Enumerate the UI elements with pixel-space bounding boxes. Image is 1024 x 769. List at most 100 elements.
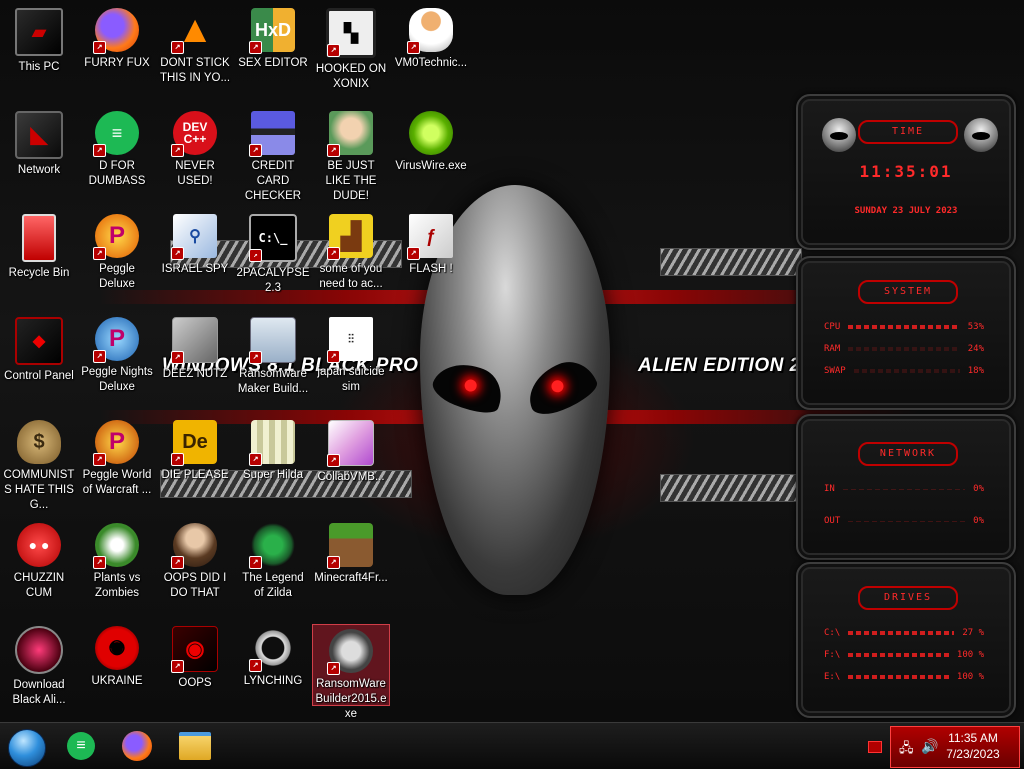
alien-window-icon: ◉ ↗ — [171, 626, 218, 673]
desktop-icon-viruswire[interactable]: VirusWire.exe — [391, 105, 471, 205]
firefox-icon — [122, 731, 152, 761]
recycle-bin-icon — [22, 214, 56, 262]
lock-chain-icon: ↗ — [327, 629, 373, 675]
desktop-icon-2pacalypse[interactable]: C:\_ ↗ 2PACALYPSE 2.3 — [235, 208, 311, 308]
widget-time-clock: 11:35:01 — [859, 162, 953, 181]
desktop-icon-deez-nutz[interactable]: ↗ DEEZ NUTZ — [157, 311, 233, 411]
alien-skull-icon — [964, 118, 998, 152]
tray-time: 11:35 AM — [948, 731, 998, 745]
bonzi-icon: ▟ ↗ — [327, 214, 373, 260]
desktop-icon-ukraine[interactable]: ☢ UKRAINE — [79, 620, 155, 720]
desktop-icon-super-hilda[interactable]: ↗ Super Hilda — [235, 414, 311, 514]
terminal-icon: C:\_ ↗ — [249, 214, 297, 262]
volume-icon[interactable]: 🔊 — [921, 738, 938, 755]
network-tray-icon[interactable]: 🖧 — [899, 739, 914, 761]
desktop-icon-peggle-warcraft[interactable]: P ↗ Peggle World of Warcraft ... — [79, 414, 155, 514]
firefox-icon: ↗ — [93, 8, 139, 54]
green-chat-icon: ≡ ↗ — [93, 111, 139, 157]
start-button[interactable] — [8, 729, 46, 767]
taskbar-firefox[interactable] — [118, 727, 156, 765]
desktop-icon-this-pc[interactable]: ▰ This PC — [1, 2, 77, 102]
desktop-icon-sex-editor[interactable]: HxD ↗ SEX EDITOR — [235, 2, 311, 102]
vlc-cone-icon: ▲ ↗ — [171, 8, 217, 54]
desktop-icon-vm0technic[interactable]: ↗ VM0Technic... — [391, 2, 471, 102]
desktop-icon-furry-fux[interactable]: ↗ FURRY FUX — [79, 2, 155, 102]
system-tray: 🖧 🔊 11:35 AM 7/23/2023 — [890, 726, 1020, 768]
desktop-icon-oops-did-i[interactable]: ↗ OOPS DID I DO THAT — [157, 517, 233, 617]
peggle-icon: P ↗ — [93, 214, 139, 260]
network-row-out: OUT 0% — [824, 516, 984, 526]
widget-drives-title: DRIVES — [858, 586, 958, 610]
xonix-icon: ▚ ↗ — [326, 8, 376, 58]
desktop-icon-collabvm[interactable]: ↗ CollabVMB... — [313, 414, 389, 514]
widget-network-title: NETWORK — [858, 442, 958, 466]
desktop-icon-network[interactable]: ◣ Network — [1, 105, 77, 205]
monitor-icon: ▰ — [15, 8, 63, 56]
desktop-icon-download-black-alien[interactable]: Download Black Ali... — [1, 620, 77, 720]
desktop-icon-minecraft[interactable]: ↗ Minecraft4Fr... — [313, 517, 389, 617]
system-row-swap: SWAP 18% — [824, 366, 984, 376]
desktop-icon-credit-card-checker[interactable]: ↗ CREDIT CARD CHECKER — [235, 105, 311, 205]
drive-row-f: F:\ 100 % — [824, 650, 984, 660]
desktop-icon-communists[interactable]: $ COMMUNISTS HATE THIS G... — [1, 414, 77, 514]
desktop-icon-recycle-bin[interactable]: Recycle Bin — [1, 208, 77, 308]
desktop-icon-never-used[interactable]: DEV C++ ↗ NEVER USED! — [157, 105, 233, 205]
alien-eye-right — [520, 353, 602, 421]
portrait-icon: ↗ — [171, 523, 217, 569]
green-chat-icon: ≡ — [67, 732, 95, 760]
desktop-icon-flash[interactable]: ƒ ↗ FLASH ! — [391, 208, 471, 308]
pixel-character-icon: ↗ — [249, 420, 295, 466]
desktop-icon-be-just-like-the-dude[interactable]: ↗ BE JUST LIKE THE DUDE! — [313, 105, 389, 205]
desktop-icon-ransomware-builder[interactable]: ↗ RansomWareBuilder2015.exe — [312, 624, 390, 720]
desktop-icon-peggle-deluxe[interactable]: P ↗ Peggle Deluxe — [79, 208, 155, 308]
widget-time-title: TIME — [858, 120, 958, 144]
desktop-icon-hooked-on-xonix[interactable]: ▚ ↗ HOOKED ON XONIX — [313, 2, 389, 102]
system-row-ram: RAM 24% — [824, 344, 984, 354]
grass-block-icon: ↗ — [327, 523, 373, 569]
taskbar-green-chat-app[interactable]: ≡ — [62, 727, 100, 765]
widget-system: SYSTEM CPU 53% RAM 24% SWAP 18% — [796, 256, 1016, 410]
dev-cpp-icon: DEV C++ ↗ — [171, 111, 217, 157]
widget-drives: DRIVES C:\ 27 % F:\ 100 % E:\ 100 % — [796, 562, 1016, 718]
collabvm-icon: ↗ — [327, 420, 374, 467]
flash-file-icon: ƒ ↗ — [407, 214, 453, 260]
desktop-icon-some-of-you[interactable]: ▟ ↗ some of you need to ac... — [313, 208, 389, 308]
desktop-icon-legend-of-zilda[interactable]: ↗ The Legend of Zilda — [235, 517, 311, 617]
desktop-icon-lynching[interactable]: ↗ LYNCHING — [235, 620, 311, 720]
drive-row-c: C:\ 27 % — [824, 628, 984, 638]
desktop-icon-ransomware-maker[interactable]: ↗ Ransomware Maker Build... — [235, 311, 311, 411]
desktop-icon-chuzzin[interactable]: ● ● CHUZZIN CUM — [1, 517, 77, 617]
desktop-icon-die-please[interactable]: De ↗ DIE PLEASE — [157, 414, 233, 514]
tray-clock[interactable]: 11:35 AM 7/23/2023 — [937, 730, 1009, 762]
credit-card-icon: ↗ — [249, 111, 295, 157]
desktop-icon-d-for-dumbass[interactable]: ≡ ↗ D FOR DUMBASS — [79, 105, 155, 205]
chuzzle-icon: ● ● — [17, 523, 61, 567]
show-hidden-icons-button[interactable] — [868, 741, 882, 753]
flower-icon: ↗ — [93, 523, 139, 569]
taskbar-file-explorer[interactable] — [176, 727, 214, 765]
desktop-icon-israel-spy[interactable]: ⚲ ↗ ISRAEL SPY — [157, 208, 233, 308]
desktop-icon-oops[interactable]: ◉ ↗ OOPS — [157, 620, 233, 720]
hxd-icon: HxD ↗ — [249, 8, 295, 54]
desktop-icon-control-panel[interactable]: ◆ Control Panel — [1, 311, 77, 411]
wallpaper-plate — [660, 474, 802, 502]
desktop-icon-dont-stick[interactable]: ▲ ↗ DONT STICK THIS IN YO... — [157, 2, 233, 102]
drive-row-e: E:\ 100 % — [824, 672, 984, 682]
rope-icon: ↗ — [249, 626, 295, 672]
desktop-icon-plants-vs-zombies[interactable]: ↗ Plants vs Zombies — [79, 517, 155, 617]
network-icon: ◣ — [15, 111, 63, 159]
widget-system-title: SYSTEM — [858, 280, 958, 304]
taskbar: ≡ 🖧 🔊 11:35 AM 7/23/2023 — [0, 722, 1024, 769]
doctor-icon: ↗ — [407, 8, 453, 54]
lime-icon — [409, 111, 453, 155]
document-icon: ⫶⫶ ↗ — [327, 317, 373, 363]
money-bag-icon: $ — [17, 420, 61, 464]
desktop-icon-japan-suicide-sim[interactable]: ⫶⫶ ↗ japan suicide sim — [313, 311, 389, 411]
folder-icon — [179, 732, 211, 760]
network-row-in: IN 0% — [824, 484, 984, 494]
wallpaper-plate — [660, 248, 802, 276]
desktop-icon-peggle-nights[interactable]: P ↗ Peggle Nights Deluxe — [79, 311, 155, 411]
pixel-hero-icon: ↗ — [249, 523, 295, 569]
die-app-icon: De ↗ — [171, 420, 217, 466]
widget-network: NETWORK IN 0% OUT 0% — [796, 414, 1016, 560]
